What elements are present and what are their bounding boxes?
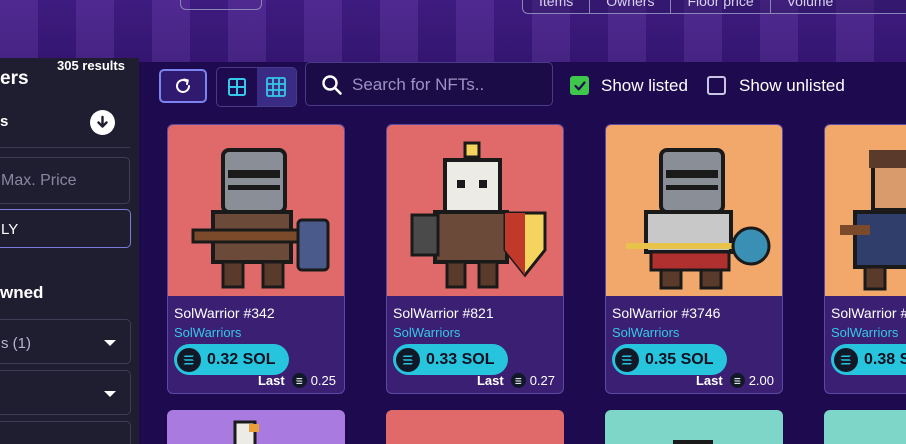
- solana-icon: [510, 373, 526, 388]
- last-sale: Last 2.00: [696, 373, 774, 388]
- sidebar-divider: [0, 147, 130, 148]
- caret-down-icon: [104, 391, 116, 397]
- nft-card-row2[interactable]: [386, 410, 564, 444]
- stat-floor-price: Floor price: [671, 0, 771, 13]
- nft-card[interactable]: SolWarrior #3746 SolWarriors 0.35 SOL La…: [605, 124, 783, 394]
- collection-banner: Items Owners Floor price Volume: [0, 0, 906, 62]
- filter-select-1-value: s (1): [1, 335, 31, 352]
- filter-select-2[interactable]: [0, 370, 131, 415]
- nft-image[interactable]: [387, 125, 563, 296]
- filters-sidebar: ers 305 results s Max. Price LY wned s (…: [0, 58, 139, 444]
- show-listed-checkbox[interactable]: [570, 76, 589, 95]
- nft-card-row2[interactable]: [605, 410, 783, 444]
- caret-down-icon: [104, 340, 116, 346]
- refresh-icon: [176, 78, 190, 93]
- solana-icon: [729, 373, 745, 388]
- buy-price-button[interactable]: 0.32 SOL: [174, 344, 290, 375]
- last-sale-value: 2.00: [748, 373, 774, 388]
- show-unlisted-label[interactable]: Show unlisted: [739, 76, 845, 96]
- nft-name: SolWarrior #3746: [612, 305, 721, 321]
- max-price-input[interactable]: Max. Price: [0, 157, 130, 204]
- solana-icon: [615, 347, 639, 372]
- nft-image: [233, 420, 259, 444]
- last-sale-value: 0.25: [310, 373, 336, 388]
- nft-name: SolWarrior #342: [174, 305, 275, 321]
- last-sale-label: Last: [695, 373, 723, 388]
- nft-card[interactable]: SolWarrior #342 SolWarriors 0.32 SOL Las…: [167, 124, 345, 394]
- large-grid-button[interactable]: [217, 68, 257, 106]
- grid-small-icon: [266, 77, 287, 97]
- nft-image[interactable]: [825, 125, 906, 296]
- currency-select[interactable]: LY: [0, 209, 131, 248]
- collection-link[interactable]: SolWarriors: [831, 325, 898, 340]
- last-sale-value: 0.27: [529, 373, 555, 388]
- collection-stats: Items Owners Floor price Volume: [522, 0, 906, 14]
- knight-pixel-art-icon: [626, 148, 771, 290]
- knight-pixel-art-icon: [191, 148, 330, 289]
- last-sale: Last 0.25: [258, 373, 336, 388]
- grid-large-icon: [227, 78, 246, 96]
- results-count: 305 results: [57, 58, 125, 73]
- price-label: 0.32 SOL: [207, 350, 276, 368]
- price-label: 0.38 S: [864, 350, 906, 368]
- solana-icon: [291, 373, 307, 388]
- warrior-pixel-art-icon: [840, 150, 906, 291]
- filter-select-3[interactable]: [0, 421, 131, 444]
- nft-image[interactable]: [168, 125, 344, 296]
- checkmark-icon: [573, 80, 586, 90]
- sidebar-title: ers: [0, 68, 29, 89]
- banner-button[interactable]: [180, 0, 262, 10]
- last-sale-label: Last: [476, 373, 504, 388]
- nft-card-row2[interactable]: [824, 410, 906, 444]
- stat-owners: Owners: [590, 0, 672, 13]
- stat-volume: Volume: [786, 0, 834, 9]
- buy-price-button[interactable]: 0.38 S: [831, 344, 906, 375]
- nft-image[interactable]: [606, 125, 782, 296]
- buy-price-button[interactable]: 0.33 SOL: [393, 344, 509, 375]
- nft-name: SolWarrior #: [831, 305, 906, 321]
- collection-link[interactable]: SolWarriors: [393, 325, 460, 340]
- owned-section-label: wned: [0, 283, 44, 302]
- small-grid-button[interactable]: [256, 68, 296, 106]
- skeleton-pixel-art-icon: [410, 141, 547, 289]
- search-box: [305, 62, 553, 106]
- show-listed-label[interactable]: Show listed: [601, 76, 688, 96]
- nft-card[interactable]: SolWarrior #821 SolWarriors 0.33 SOL Las…: [386, 124, 564, 394]
- solana-icon: [396, 347, 420, 372]
- price-label: 0.33 SOL: [426, 350, 495, 368]
- solana-icon: [177, 347, 201, 372]
- last-sale: Last 0.27: [477, 373, 555, 388]
- buy-price-button[interactable]: 0.35 SOL: [612, 344, 728, 375]
- nft-name: SolWarrior #821: [393, 305, 494, 321]
- nft-image: [673, 440, 713, 444]
- search-input[interactable]: [352, 73, 542, 97]
- download-icon[interactable]: [90, 110, 115, 135]
- stat-items: Items: [523, 0, 591, 13]
- collection-link[interactable]: SolWarriors: [174, 325, 241, 340]
- solana-icon: [834, 347, 858, 372]
- price-label: 0.35 SOL: [645, 350, 714, 368]
- search-icon: [322, 75, 342, 95]
- nft-card-row2[interactable]: [167, 410, 345, 444]
- view-toggle: [216, 67, 297, 107]
- filter-select-1[interactable]: s (1): [0, 319, 131, 364]
- collection-link[interactable]: SolWarriors: [612, 325, 679, 340]
- show-unlisted-checkbox[interactable]: [707, 76, 726, 95]
- refresh-button[interactable]: [159, 69, 207, 103]
- last-sale-label: Last: [257, 373, 285, 388]
- nft-card[interactable]: SolWarrior # SolWarriors 0.38 S: [824, 124, 906, 394]
- filter-row-label: s: [0, 113, 9, 130]
